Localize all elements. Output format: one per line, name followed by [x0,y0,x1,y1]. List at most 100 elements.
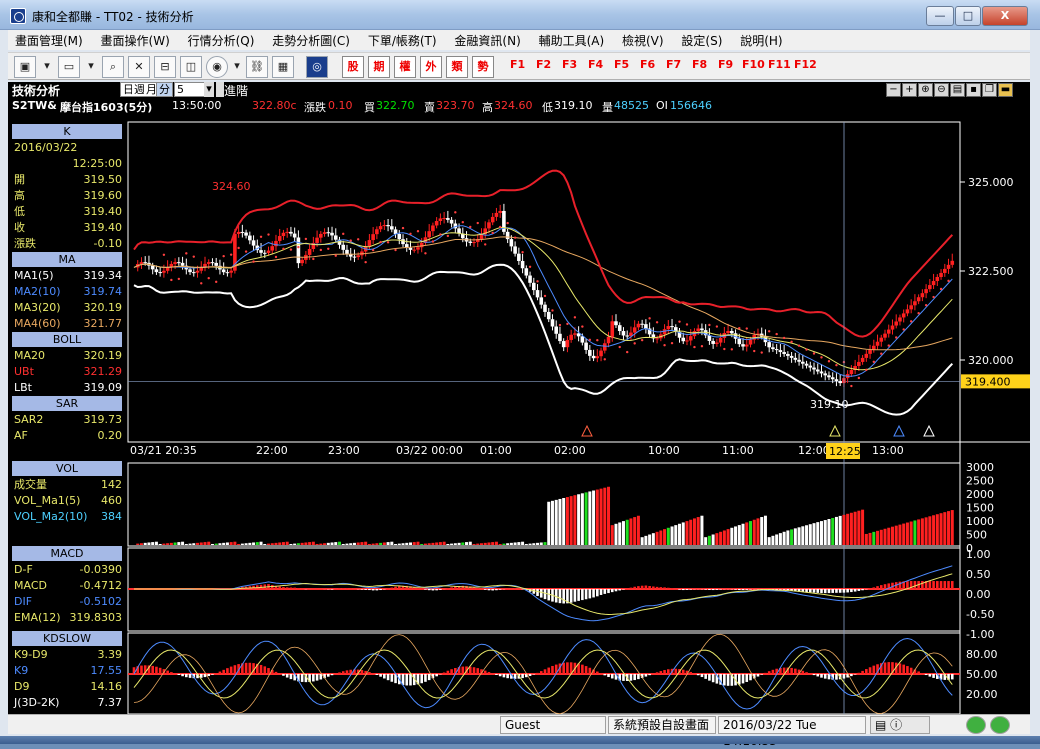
close-window-icon[interactable]: ✕ [128,56,150,78]
maximize-button[interactable]: □ [955,6,981,26]
monitor-icon[interactable]: ▭ [58,56,80,78]
candle-body [936,277,940,281]
fkey-f1[interactable]: F1 [510,58,525,71]
menu-financial-info[interactable]: 金融資訊(N) [447,30,527,50]
macd-panel-header[interactable]: MACD [12,546,122,561]
fkey-f6[interactable]: F6 [640,58,655,71]
globe-icon[interactable]: ◉ [206,56,228,78]
candle-body [950,261,954,265]
volume-bar [450,544,453,545]
title-bar[interactable]: 康和全都賺 - TT02 - 技術分析 — □ X [0,0,1040,30]
layout-icon[interactable]: ▣ [14,56,36,78]
sar-dot [641,339,643,341]
macd-histogram-bar [906,581,909,589]
menu-quote-analysis[interactable]: 行情分析(Q) [181,30,262,50]
fkey-f3[interactable]: F3 [562,58,577,71]
time-label: 03/22 00:00 [396,444,463,457]
help-icon[interactable]: ▤ ⓘ [870,716,930,734]
kd-histogram-bar [596,672,599,674]
macd-histogram-bar [839,589,842,593]
options-button[interactable]: 權 [394,56,416,78]
candle-body [416,247,420,249]
menu-tools[interactable]: 輔助工具(A) [532,30,612,50]
fkey-f7[interactable]: F7 [666,58,681,71]
close-button[interactable]: X [982,6,1028,26]
chain-icon[interactable]: ⛓ [246,56,268,78]
kd-histogram-bar [607,674,610,677]
ma-panel-header[interactable]: MA [12,252,122,267]
columns-icon[interactable]: ◫ [180,56,202,78]
candle-body [696,328,700,331]
foreign-button[interactable]: 外 [420,56,442,78]
candle-body [913,301,917,305]
sar-row-value: 0.20 [98,428,123,443]
volume-bar [917,519,920,545]
candle-body [581,336,585,342]
kd-histogram-bar [921,673,924,674]
candle-body [797,360,801,362]
fkey-f4[interactable]: F4 [588,58,603,71]
kd-histogram-bar [861,671,864,674]
futures-button[interactable]: 期 [368,56,390,78]
macd-histogram-bar [854,589,857,592]
volume-bar [159,544,162,545]
volume-bar [364,542,367,545]
sar-dot [335,255,337,257]
category-button[interactable]: 類 [446,56,468,78]
fkey-f5[interactable]: F5 [614,58,629,71]
trend-button[interactable]: 勢 [472,56,494,78]
volume-bar [200,542,203,545]
fkey-f12[interactable]: F12 [794,58,817,71]
candle-body [902,313,906,317]
menu-help[interactable]: 說明(H) [733,30,789,50]
picture-icon[interactable]: ▦ [272,56,294,78]
macd-histogram-bar [828,589,831,593]
k-row-label: 漲跌 [14,236,36,251]
menu-order-account[interactable]: 下單/帳務(T) [361,30,444,50]
volume-bar [902,524,905,545]
fkey-f10[interactable]: F10 [742,58,765,71]
menu-view[interactable]: 檢視(V) [615,30,671,50]
boll-panel-header[interactable]: BOLL [12,332,122,347]
price-tick-label: 325.000 [968,176,1014,189]
menu-trend-chart[interactable]: 走勢分析圖(C) [265,30,357,50]
candle-body [412,250,416,251]
k-panel-header[interactable]: K [12,124,122,139]
sar-dot [611,336,613,338]
candle-body [599,351,603,357]
volume-bar [629,518,632,545]
minimize-button[interactable]: — [926,6,954,26]
fkey-f2[interactable]: F2 [536,58,551,71]
stock-button[interactable]: 股 [342,56,364,78]
fkey-f8[interactable]: F8 [692,58,707,71]
dropdown-arrow-icon[interactable]: ▾ [84,56,98,78]
volume-bar [540,542,543,545]
kd-histogram-bar [701,674,704,677]
menu-settings[interactable]: 設定(S) [674,30,729,50]
kd-histogram-bar [476,668,479,674]
candle-body [921,293,925,297]
menu-screen-manage[interactable]: 畫面管理(M) [8,30,90,50]
menu-screen-operate[interactable]: 畫面操作(W) [94,30,177,50]
kd-panel-header[interactable]: KDSLOW [12,631,122,646]
brand-logo-icon[interactable]: ◎ [306,56,328,78]
magnifier-icon[interactable]: ⌕ [102,56,124,78]
signal-triangle-icon [894,426,904,436]
volume-bar [203,542,206,545]
kd-histogram-bar [850,674,853,676]
vol-row: 成交量142 [12,477,124,492]
vol-panel-header[interactable]: VOL [12,461,122,476]
kd-histogram-bar [245,663,248,674]
macd-histogram-bar [488,589,491,590]
dropdown-arrow-icon[interactable]: ▾ [40,56,54,78]
technical-chart[interactable]: 325.000322.500320.000319.400324.60319.10… [8,82,1030,714]
split-icon[interactable]: ⊟ [154,56,176,78]
kd-histogram-bar [682,670,685,674]
fkey-f9[interactable]: F9 [718,58,733,71]
sar-dot [379,241,381,243]
dropdown-arrow-icon[interactable]: ▾ [230,56,244,78]
fkey-f11[interactable]: F11 [768,58,791,71]
volume-bar [387,542,390,545]
candle-body [823,373,827,375]
sar-panel-header[interactable]: SAR [12,396,122,411]
